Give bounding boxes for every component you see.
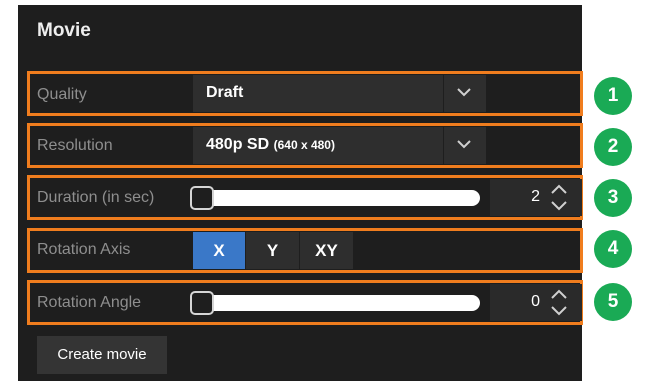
select-divider [443, 127, 444, 164]
quality-label: Quality [37, 86, 87, 103]
duration-slider-track[interactable] [193, 190, 480, 206]
rotation-axis-option-y[interactable]: Y [246, 232, 299, 269]
rotation-angle-slider-thumb[interactable] [190, 291, 214, 315]
resolution-detail: (640 x 480) [273, 138, 335, 152]
step-badge-5: 5 [594, 283, 632, 321]
rotation-axis-option-xy[interactable]: XY [300, 232, 353, 269]
chevron-down-icon[interactable] [455, 137, 473, 151]
chevron-down-icon[interactable] [548, 198, 570, 214]
duration-label: Duration (in sec) [37, 189, 155, 206]
select-divider [443, 75, 444, 112]
quality-value: Draft [206, 84, 244, 101]
step-badge-1: 1 [594, 77, 632, 115]
rotation-axis-option-x[interactable]: X [193, 232, 245, 269]
rotation-axis-label: Rotation Axis [37, 241, 131, 258]
step-badge-2: 2 [594, 128, 632, 166]
rotation-angle-value: 0 [531, 293, 540, 310]
rotation-angle-input[interactable]: 0 [490, 284, 582, 321]
duration-slider-thumb[interactable] [190, 186, 214, 210]
duration-input[interactable]: 2 [490, 179, 582, 216]
panel-title: Movie [37, 20, 91, 41]
chevron-up-icon[interactable] [548, 181, 570, 197]
rotation-angle-label: Rotation Angle [37, 294, 142, 311]
chevron-down-icon[interactable] [455, 85, 473, 99]
quality-select[interactable]: Draft [193, 75, 486, 112]
resolution-select[interactable]: 480p SD (640 x 480) [193, 127, 486, 164]
step-badge-3: 3 [594, 179, 632, 217]
chevron-down-icon[interactable] [548, 303, 570, 319]
rotation-angle-slider-track[interactable] [193, 295, 480, 311]
resolution-value: 480p SD [206, 136, 270, 153]
resolution-label: Resolution [37, 137, 113, 154]
chevron-up-icon[interactable] [548, 286, 570, 302]
step-badge-4: 4 [594, 230, 632, 268]
create-movie-button[interactable]: Create movie [37, 336, 167, 374]
duration-value: 2 [531, 188, 540, 205]
